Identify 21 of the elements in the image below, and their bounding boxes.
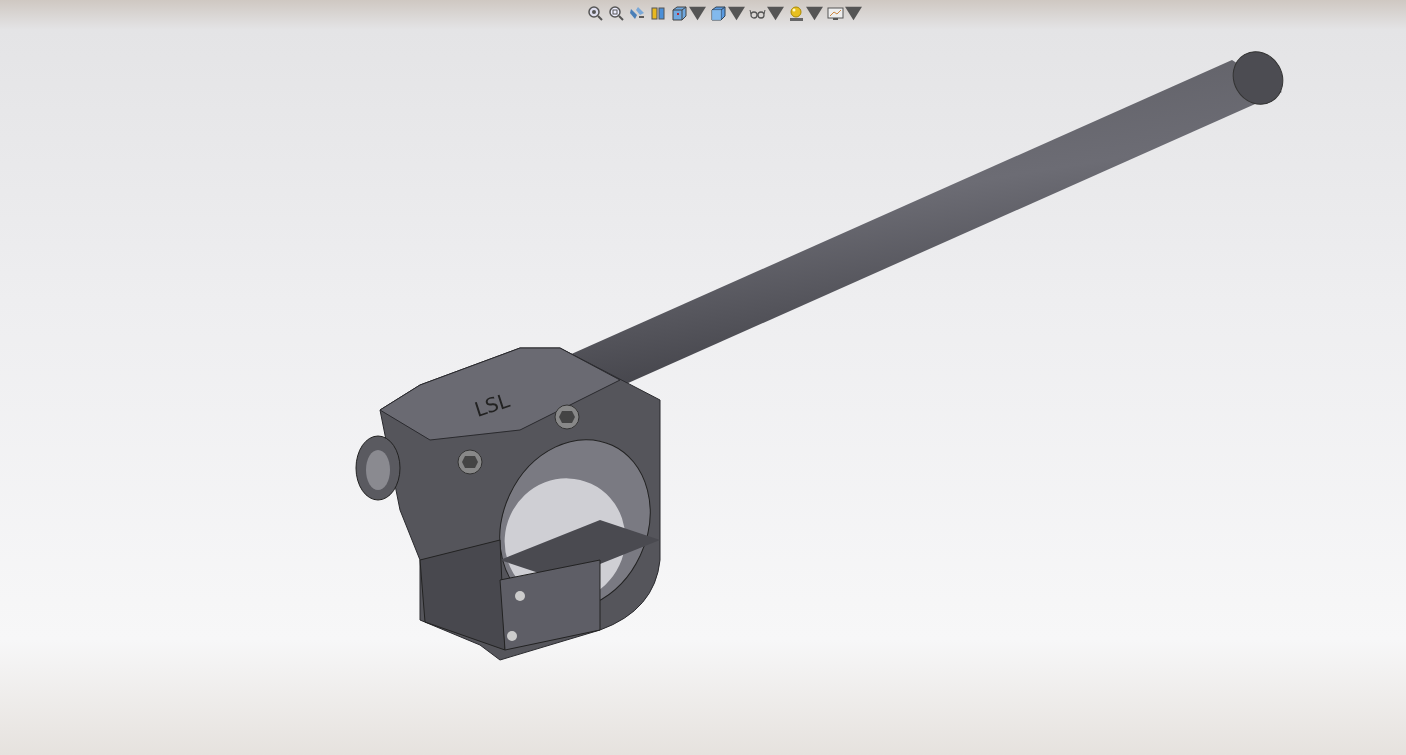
caret-icon [767,5,784,22]
toolbar-button[interactable] [670,4,707,23]
toolbar-button[interactable] [586,4,605,23]
toolbar-button[interactable] [748,4,785,23]
toolbar-button[interactable] [787,4,824,23]
zoom-area-icon [608,5,625,22]
section-icon [650,5,667,22]
toolbar-button[interactable] [709,4,746,23]
caret-icon [845,5,862,22]
toolbar-button[interactable] [826,4,863,23]
sphere-icon [788,5,805,22]
caret-icon [806,5,823,22]
engraved-label: LSL [471,388,513,422]
cube-icon [710,5,727,22]
zoom-fit-icon [587,5,604,22]
monitor-icon [827,5,844,22]
caret-icon [689,5,706,22]
toolbar-button[interactable] [649,4,668,23]
toolbar-button[interactable] [607,4,626,23]
caret-icon [728,5,745,22]
cube-icon [671,5,688,22]
